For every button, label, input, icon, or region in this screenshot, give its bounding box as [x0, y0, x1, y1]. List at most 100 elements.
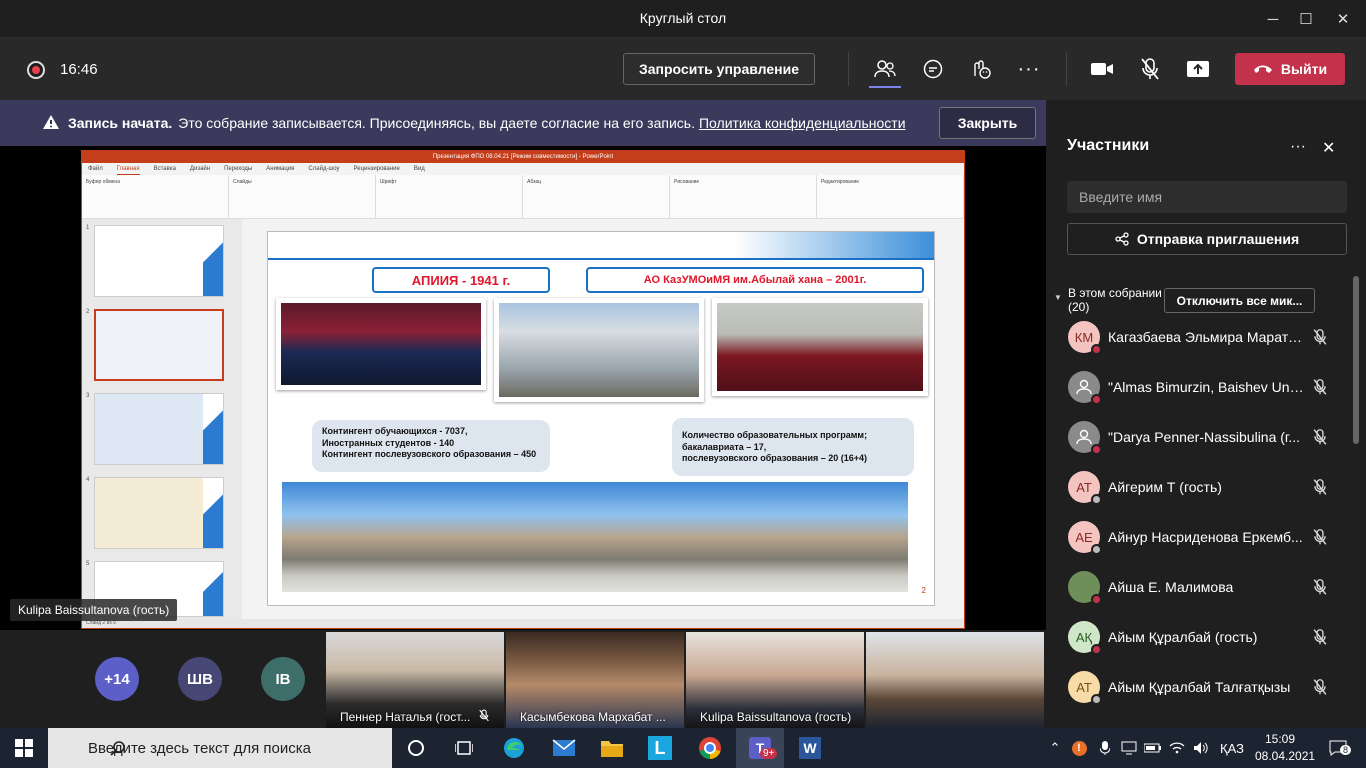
participant-mic-muted-icon[interactable]	[1312, 378, 1328, 401]
panel-scrollbar[interactable]	[1353, 276, 1359, 444]
taskbar-time: 15:09	[1264, 732, 1296, 746]
word-icon[interactable]: W	[786, 728, 834, 768]
info-line: Контингент послевузовского образования –…	[322, 449, 537, 459]
panel-more-icon[interactable]: ···	[1290, 138, 1306, 156]
edge-browser-icon[interactable]	[490, 728, 538, 768]
teams-taskbar-icon[interactable]: T 9+	[736, 728, 784, 768]
participant-name: "Darya Penner-Nassibulina (г...	[1108, 429, 1301, 445]
participant-search-input[interactable]: Введите имя	[1067, 181, 1347, 213]
participant-avatar	[1068, 421, 1102, 455]
current-slide: АПИИЯ - 1941 г. АО КазУМОиМЯ им.Абылай х…	[267, 231, 935, 606]
search-icon	[110, 741, 125, 756]
video-tile[interactable]: Kulipa Baissultanova (гость)	[686, 632, 864, 728]
input-language[interactable]: ҚАЗ	[1214, 728, 1250, 768]
participant-avatar: АЕ	[1068, 521, 1102, 555]
participant-initials: АЕ	[1075, 529, 1093, 545]
participant-mic-muted-icon[interactable]	[1312, 528, 1328, 551]
mic-tray-icon[interactable]	[1094, 728, 1116, 768]
participant-mic-muted-icon[interactable]	[1312, 478, 1328, 501]
cortana-icon[interactable]	[392, 728, 440, 768]
participant-name: Айнур Насриденова Еркемб...	[1108, 529, 1303, 545]
chat-icon[interactable]	[918, 55, 948, 83]
ppt-ribbon-group: Редактирование	[817, 175, 964, 218]
ppt-tab: Главная	[116, 163, 140, 175]
participant-row[interactable]: АТ Айгерим Т (гость)	[1068, 467, 1338, 507]
chrome-icon[interactable]	[686, 728, 734, 768]
leave-button[interactable]: Выйти	[1235, 53, 1345, 85]
network-tray-icon[interactable]	[1118, 728, 1140, 768]
tile-mic-muted-icon	[479, 709, 489, 722]
mute-all-button[interactable]: Отключить все мик...	[1164, 288, 1315, 313]
participant-row[interactable]: "Almas Bimurzin, Baishev Uni...	[1068, 367, 1338, 407]
participant-avatar	[1068, 371, 1102, 405]
recording-banner: Запись начата. Это собрание записывается…	[0, 100, 1046, 146]
video-tile[interactable]: Касымбекова Мархабат ...	[506, 632, 684, 728]
windows-start-button[interactable]	[0, 728, 48, 768]
gallery-avatar[interactable]: IB	[261, 657, 305, 701]
share-screen-icon[interactable]	[1183, 55, 1213, 83]
participant-row[interactable]: Айша Е. Малимова	[1068, 567, 1338, 607]
request-control-button[interactable]: Запросить управление	[623, 53, 815, 85]
tray-chevron-icon[interactable]: ⌃	[1044, 728, 1066, 768]
participant-name: Айым Құралбай Талғатқызы	[1108, 679, 1291, 695]
collapse-chevron-icon[interactable]: ▼	[1054, 293, 1062, 302]
toolbar-divider	[1066, 52, 1067, 86]
taskbar-search-box[interactable]: Введите здесь текст для поиска	[48, 728, 392, 768]
close-window-button[interactable]: ✕	[1320, 0, 1366, 38]
l-app-icon[interactable]: L	[636, 728, 684, 768]
video-tile[interactable]: Пеннер Наталья (гост...	[326, 632, 504, 728]
wifi-tray-icon[interactable]	[1166, 728, 1188, 768]
file-explorer-icon[interactable]	[588, 728, 636, 768]
ppt-tab: Вставка	[153, 166, 176, 172]
info-box-left: Контингент обучающихся - 7037, Иностранн…	[312, 420, 550, 472]
banner-close-button[interactable]: Закрыть	[939, 107, 1036, 139]
privacy-policy-link[interactable]: Политика конфиденциальности	[699, 115, 906, 131]
video-tile-label: Пеннер Наталья (гост...	[340, 710, 471, 724]
participant-mic-muted-icon[interactable]	[1312, 678, 1328, 701]
in-meeting-count: (20)	[1068, 300, 1090, 314]
video-tile[interactable]	[866, 632, 1044, 728]
in-meeting-header[interactable]: В этом собрании (20)	[1068, 286, 1162, 314]
notifications-icon[interactable]: 8	[1318, 728, 1358, 768]
info-line: Количество образовательных программ;	[682, 430, 868, 440]
participants-title: Участники	[1067, 137, 1150, 154]
ppt-slide-thumbnails: 1 2 3 4 5	[82, 219, 242, 619]
warning-tray-icon[interactable]: !	[1068, 728, 1090, 768]
participant-mic-muted-icon[interactable]	[1312, 328, 1328, 351]
taskbar-clock[interactable]: 15:09 08.04.2021	[1255, 731, 1315, 765]
participant-initials: АТ	[1076, 679, 1092, 695]
ppt-ribbon-group: Шрифт	[376, 175, 523, 218]
participant-name: Айым Құралбай (гость)	[1108, 629, 1258, 645]
slide-header-left: АПИИЯ - 1941 г.	[372, 267, 550, 293]
mail-icon[interactable]	[540, 728, 588, 768]
participant-mic-muted-icon[interactable]	[1312, 578, 1328, 601]
building-photo	[494, 298, 704, 402]
more-options-icon[interactable]: ···	[1014, 55, 1044, 83]
participants-icon[interactable]	[870, 55, 900, 83]
participant-mic-muted-icon[interactable]	[1312, 628, 1328, 651]
participant-row[interactable]: КМ Кагазбаева Эльмира Марато...	[1068, 317, 1338, 357]
gallery-avatar[interactable]: ШВ	[178, 657, 222, 701]
graduates-photo	[712, 298, 928, 396]
overflow-participants-button[interactable]: +14	[95, 657, 139, 701]
slide-top-line	[268, 258, 934, 260]
task-view-icon[interactable]	[440, 728, 488, 768]
participant-mic-muted-icon[interactable]	[1312, 428, 1328, 451]
participant-initials: АҚ	[1075, 629, 1093, 645]
participant-row[interactable]: АҚ Айым Құралбай (гость)	[1068, 617, 1338, 657]
battery-tray-icon[interactable]	[1142, 728, 1164, 768]
ppt-tab: Переходы	[224, 166, 253, 172]
participant-row[interactable]: АЕ Айнур Насриденова Еркемб...	[1068, 517, 1338, 557]
shared-powerpoint-window: Презентация ФПО 08.04.21 [Режим совмести…	[81, 150, 965, 629]
panel-close-icon[interactable]: ✕	[1322, 138, 1335, 158]
participant-row[interactable]: АТ Айым Құралбай Талғатқызы	[1068, 667, 1338, 707]
students-photo	[276, 298, 486, 390]
send-invitation-button[interactable]: Отправка приглашения	[1067, 223, 1347, 255]
microphone-muted-icon[interactable]	[1135, 55, 1165, 83]
reactions-icon[interactable]	[966, 55, 996, 83]
volume-tray-icon[interactable]	[1190, 728, 1212, 768]
camera-icon[interactable]	[1087, 55, 1117, 83]
share-link-icon	[1115, 232, 1129, 246]
participant-name: "Almas Bimurzin, Baishev Uni...	[1108, 379, 1304, 395]
participant-row[interactable]: "Darya Penner-Nassibulina (г...	[1068, 417, 1338, 457]
